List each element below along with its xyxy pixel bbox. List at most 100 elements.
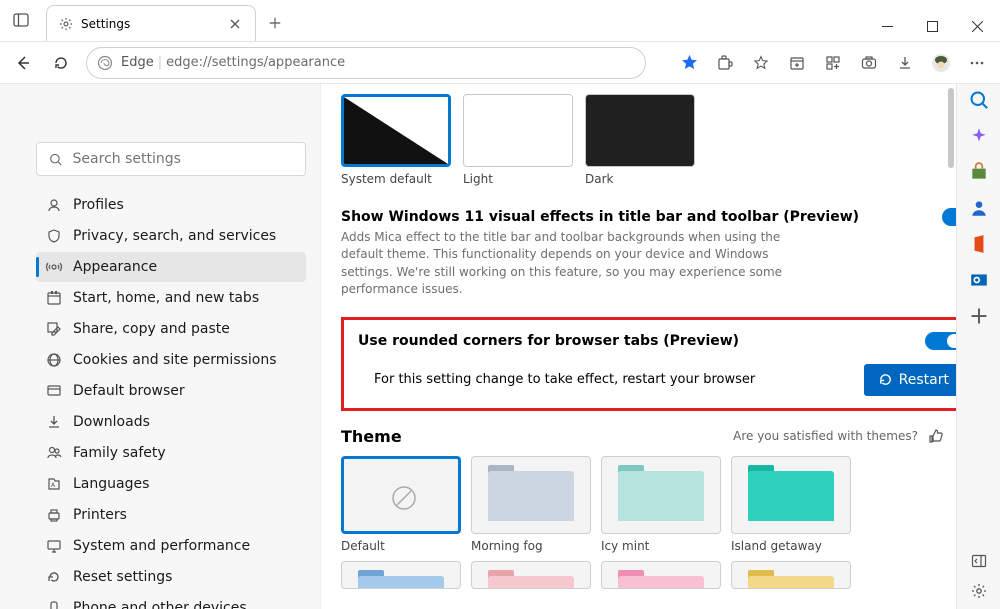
- nav-label: Appearance: [73, 259, 157, 275]
- nav-label: Downloads: [73, 414, 150, 430]
- sidebar-item-privacy-search-and-services[interactable]: Privacy, search, and services: [36, 221, 306, 251]
- minimize-button[interactable]: [865, 11, 910, 41]
- nav-icon: [46, 197, 62, 213]
- sidebar-item-appearance[interactable]: Appearance: [36, 252, 306, 282]
- sidebar-item-printers[interactable]: Printers: [36, 500, 306, 530]
- sidebar-item-cookies-and-site-permissions[interactable]: Cookies and site permissions: [36, 345, 306, 375]
- sidebar-item-family-safety[interactable]: Family safety: [36, 438, 306, 468]
- sidebar-toggle-icon[interactable]: [971, 553, 987, 569]
- close-window-button[interactable]: [955, 11, 1000, 41]
- theme-card[interactable]: [731, 561, 851, 589]
- nav-label: Default browser: [73, 383, 185, 399]
- theme-card[interactable]: [341, 561, 461, 589]
- close-icon[interactable]: [227, 16, 243, 32]
- nav-label: Printers: [73, 507, 127, 523]
- sidebar-item-reset-settings[interactable]: Reset settings: [36, 562, 306, 592]
- theme-label: Morning fog: [471, 539, 591, 553]
- theme-default[interactable]: Default: [341, 456, 461, 553]
- sidebar-item-start-home-and-new-tabs[interactable]: Start, home, and new tabs: [36, 283, 306, 313]
- scrollbar-thumb[interactable]: [948, 88, 954, 168]
- nav-label: Share, copy and paste: [73, 321, 230, 337]
- toolbar: Edge | edge://settings/appearance: [0, 42, 1000, 84]
- nav-list: Profiles Privacy, search, and services App…: [36, 190, 306, 609]
- restart-button[interactable]: Restart: [864, 364, 963, 396]
- office-icon[interactable]: [969, 234, 989, 254]
- sidebar-item-downloads[interactable]: Downloads: [36, 407, 306, 437]
- extensions-button[interactable]: [708, 46, 742, 80]
- tab-actions-button[interactable]: [0, 0, 42, 41]
- right-rail: [956, 84, 1000, 609]
- nav-icon: [46, 600, 62, 609]
- color-theme-dark[interactable]: Dark: [585, 94, 695, 186]
- back-button[interactable]: [6, 46, 40, 80]
- color-theme-label: System default: [341, 172, 451, 186]
- svg-text:A: A: [51, 482, 56, 489]
- sidebar-item-languages[interactable]: ALanguages: [36, 469, 306, 499]
- search-input[interactable]: [73, 151, 293, 167]
- nav-icon: [46, 445, 62, 461]
- color-theme-light[interactable]: Light: [463, 94, 573, 186]
- theme-card[interactable]: [471, 561, 591, 589]
- nav-icon: [46, 538, 62, 554]
- search-settings[interactable]: [36, 142, 306, 176]
- profile-button[interactable]: [924, 46, 958, 80]
- nav-icon: [46, 507, 62, 523]
- page-title: g: [52, 96, 306, 132]
- theme-morning-fog[interactable]: Morning fog: [471, 456, 591, 553]
- rounded-tabs-title: Use rounded corners for browser tabs (Pr…: [358, 333, 739, 349]
- theme-label: Icy mint: [601, 539, 721, 553]
- rounded-tabs-section: Use rounded corners for browser tabs (Pr…: [341, 317, 980, 411]
- color-theme-system-default[interactable]: System default: [341, 94, 451, 186]
- content-area: System default Light Dark Show Windows 11 …: [320, 84, 1000, 609]
- nav-label: Start, home, and new tabs: [73, 290, 259, 306]
- screenshot-button[interactable]: [852, 46, 886, 80]
- nav-label: Reset settings: [73, 569, 172, 585]
- search-icon: [49, 152, 63, 167]
- nav-label: Cookies and site permissions: [73, 352, 277, 368]
- nav-label: Privacy, search, and services: [73, 228, 276, 244]
- nav-label: Phone and other devices: [73, 600, 247, 609]
- nav-icon: [46, 569, 62, 585]
- window-controls: [865, 11, 1000, 41]
- shopping-icon[interactable]: [969, 162, 989, 182]
- bing-search-icon[interactable]: [969, 90, 989, 110]
- sidebar-item-default-browser[interactable]: Default browser: [36, 376, 306, 406]
- new-tab-button[interactable]: [260, 5, 290, 41]
- nav-icon: [46, 259, 62, 275]
- maximize-button[interactable]: [910, 11, 955, 41]
- theme-section-title: Theme: [341, 427, 402, 446]
- favorites-button[interactable]: [744, 46, 778, 80]
- collections-button[interactable]: [780, 46, 814, 80]
- thumbs-up-icon[interactable]: [928, 428, 944, 444]
- nav-icon: [46, 383, 62, 399]
- nav-icon: [46, 228, 62, 244]
- downloads-button[interactable]: [888, 46, 922, 80]
- nav-icon: [46, 290, 62, 306]
- color-theme-label: Dark: [585, 172, 695, 186]
- mica-desc: Adds Mica effect to the title bar and to…: [341, 229, 801, 299]
- mica-title: Show Windows 11 visual effects in title …: [341, 209, 859, 225]
- more-button[interactable]: [960, 46, 994, 80]
- nav-icon: A: [46, 476, 62, 492]
- theme-card[interactable]: [601, 561, 721, 589]
- sidebar-item-share-copy-and-paste[interactable]: Share, copy and paste: [36, 314, 306, 344]
- nav-icon: [46, 414, 62, 430]
- tab-title: Settings: [81, 17, 219, 31]
- apps-button[interactable]: [816, 46, 850, 80]
- plus-icon[interactable]: [969, 306, 989, 326]
- theme-island-getaway[interactable]: Island getaway: [731, 456, 851, 553]
- address-text: Edge | edge://settings/appearance: [121, 55, 345, 70]
- refresh-button[interactable]: [44, 46, 78, 80]
- sidebar-item-phone-and-other-devices[interactable]: Phone and other devices: [36, 593, 306, 609]
- rail-settings-icon[interactable]: [971, 583, 987, 599]
- copilot-icon[interactable]: [969, 126, 989, 146]
- browser-tab[interactable]: Settings: [46, 5, 256, 41]
- sidebar-item-profiles[interactable]: Profiles: [36, 190, 306, 220]
- favorite-button[interactable]: [672, 46, 706, 80]
- outlook-icon[interactable]: [969, 270, 989, 290]
- people-icon[interactable]: [969, 198, 989, 218]
- address-bar[interactable]: Edge | edge://settings/appearance: [86, 47, 646, 79]
- feedback-text: Are you satisfied with themes?: [733, 429, 918, 443]
- sidebar-item-system-and-performance[interactable]: System and performance: [36, 531, 306, 561]
- theme-icy-mint[interactable]: Icy mint: [601, 456, 721, 553]
